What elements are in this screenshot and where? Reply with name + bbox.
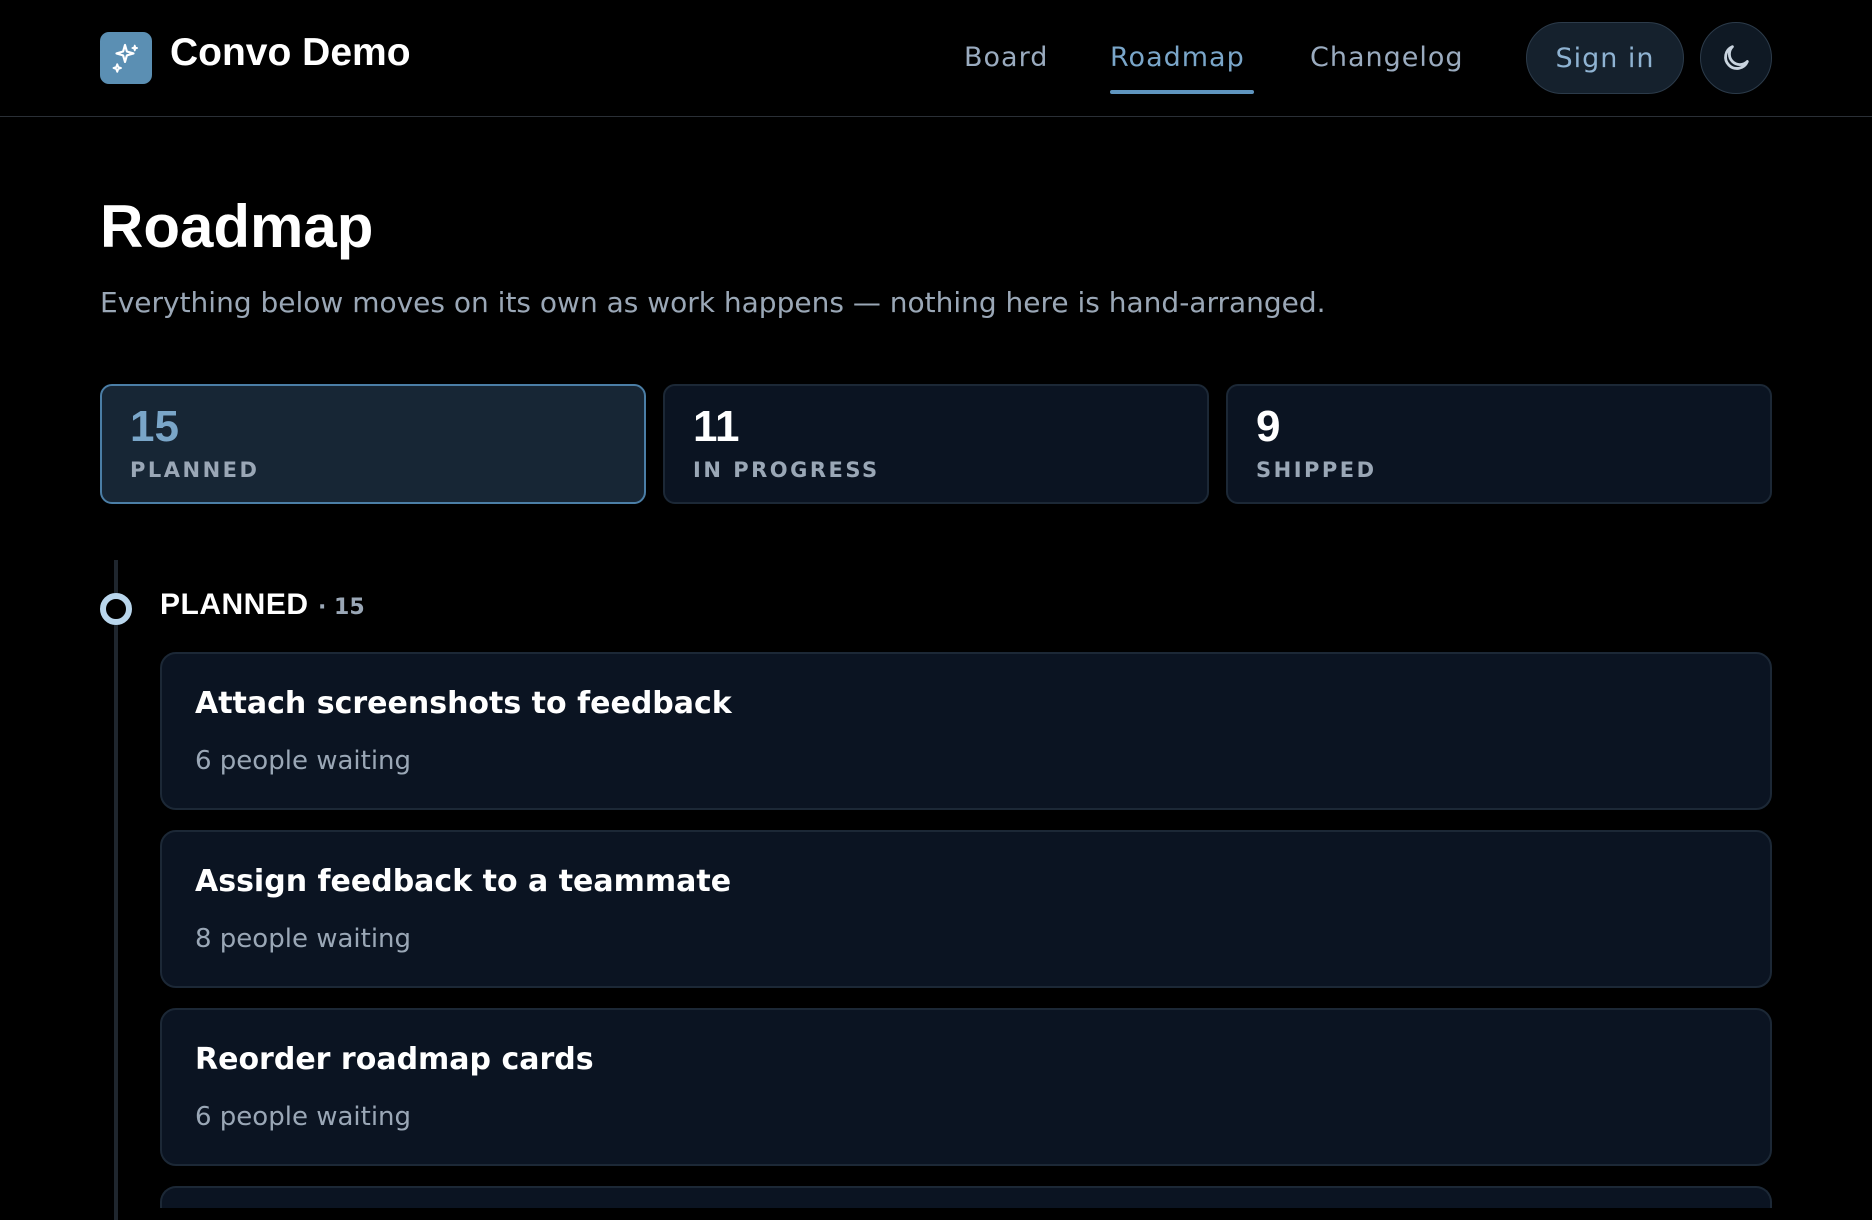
roadmap-item-waiting: 6 people waiting [195, 746, 412, 776]
nav-changelog[interactable]: Changelog [1310, 42, 1464, 73]
stat-label: IN PROGRESS [693, 458, 880, 482]
page-title: Roadmap [100, 193, 374, 260]
sign-in-button[interactable]: Sign in [1526, 22, 1684, 94]
stat-value: 9 [1256, 402, 1281, 451]
stat-value: 11 [693, 402, 740, 451]
brand-name[interactable]: Convo Demo [170, 31, 411, 75]
roadmap-item-title: Attach screenshots to feedback [195, 686, 732, 721]
timeline-dot-icon [100, 593, 132, 625]
stat-card-planned[interactable]: 15 PLANNED [100, 384, 646, 504]
roadmap-item[interactable]: Attach screenshots to feedback 6 people … [160, 652, 1772, 810]
app-logo[interactable] [100, 32, 152, 84]
stat-card-shipped[interactable]: 9 SHIPPED [1226, 384, 1772, 504]
roadmap-item-partial[interactable] [160, 1186, 1772, 1208]
stat-label: SHIPPED [1256, 458, 1377, 482]
roadmap-item[interactable]: Reorder roadmap cards 6 people waiting [160, 1008, 1772, 1166]
moon-icon [1724, 45, 1749, 70]
theme-toggle-button[interactable] [1700, 22, 1772, 94]
sparkles-icon [112, 43, 139, 73]
roadmap-item[interactable]: Assign feedback to a teammate 8 people w… [160, 830, 1772, 988]
roadmap-item-waiting: 6 people waiting [195, 1102, 412, 1132]
section-count: · 15 [318, 595, 365, 620]
roadmap-item-waiting: 8 people waiting [195, 924, 412, 954]
stat-label: PLANNED [130, 458, 260, 482]
nav-roadmap[interactable]: Roadmap [1110, 42, 1245, 73]
nav-active-indicator [1110, 90, 1254, 94]
roadmap-item-title: Reorder roadmap cards [195, 1042, 594, 1077]
section-title: PLANNED [160, 588, 309, 621]
nav-board[interactable]: Board [964, 42, 1048, 73]
page-subtitle: Everything below moves on its own as wor… [100, 286, 1326, 319]
timeline-line [114, 560, 118, 1220]
roadmap-item-title: Assign feedback to a teammate [195, 864, 732, 899]
stat-card-in-progress[interactable]: 11 IN PROGRESS [663, 384, 1209, 504]
top-header: Convo Demo Board Roadmap Changelog Sign … [0, 0, 1872, 117]
stat-value: 15 [130, 402, 179, 451]
